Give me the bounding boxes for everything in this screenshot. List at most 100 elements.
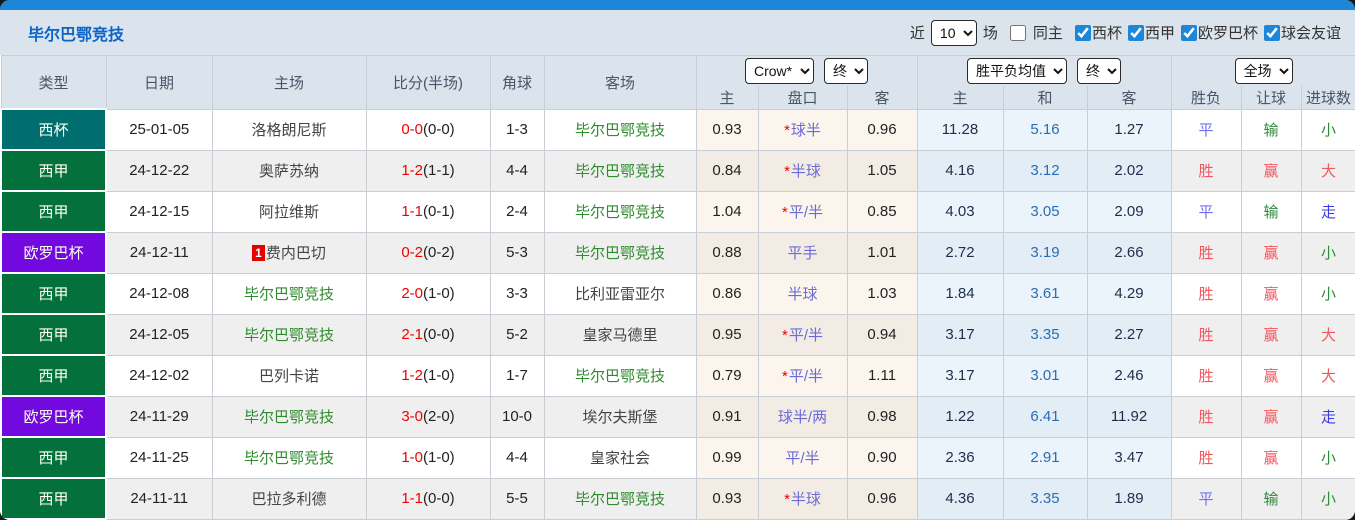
avg-odds-draw: 3.12 [1002,149,1088,192]
same-home-checkbox[interactable] [1009,24,1026,41]
handicap-line: 半球 [757,272,848,315]
home-team-name[interactable]: 毕尔巴鄂竞技 [211,395,367,438]
title-bar: 毕尔巴鄂竞技 近 10 场 同主 西杯 西甲 欧罗巴杯 球会友谊 [0,10,1355,55]
result-goals: 小 [1300,436,1355,479]
average-type-select[interactable]: 胜平负均值 [967,58,1068,85]
corners-score: 3-3 [489,272,545,315]
match-date: 24-11-29 [105,395,213,438]
avg-odds-draw: 3.35 [1002,477,1088,520]
result-handicap: 赢 [1240,272,1302,315]
league-type-badge: 西甲 [0,149,107,192]
sub-col-odds-away: 客 [846,86,918,110]
home-team-name[interactable]: 毕尔巴鄂竞技 [211,313,367,356]
odds-away: 0.94 [846,313,918,356]
match-date: 24-12-22 [105,149,213,192]
avg-odds-away: 4.29 [1086,272,1172,315]
result-handicap: 输 [1240,190,1302,233]
result-goals: 小 [1300,231,1355,274]
page-title: 毕尔巴鄂竞技 [28,26,125,44]
home-team-name[interactable]: 洛格朗尼斯 [211,108,367,151]
league-filter-checkbox[interactable] [1074,24,1091,41]
bookmaker-select[interactable]: Crow* [745,58,814,85]
result-win-draw-lose: 胜 [1170,149,1242,192]
match-score: 1-2(1-1) [365,149,491,192]
result-goals: 大 [1300,149,1355,192]
average-time-select[interactable]: 终 [1077,58,1122,85]
result-handicap: 赢 [1240,354,1302,397]
sub-col-avg-home: 主 [916,86,1004,110]
home-team-name[interactable]: 奥萨苏纳 [211,149,367,192]
avg-odds-draw: 3.35 [1002,313,1088,356]
avg-odds-draw: 3.05 [1002,190,1088,233]
home-team-name[interactable]: 毕尔巴鄂竞技 [211,272,367,315]
result-goals: 小 [1300,272,1355,315]
away-team-name[interactable]: 毕尔巴鄂竞技 [543,354,697,397]
away-team-name[interactable]: 毕尔巴鄂竞技 [543,149,697,192]
match-score: 0-2(0-2) [365,231,491,274]
odds-away: 0.96 [846,108,918,151]
sub-col-result-goals: 进球数 [1300,86,1355,110]
away-team-name[interactable]: 毕尔巴鄂竞技 [543,190,697,233]
league-type-badge: 欧罗巴杯 [0,231,107,274]
handicap-line: 球半/两 [757,395,848,438]
home-team-name[interactable]: 巴拉多利德 [211,477,367,520]
league-type-badge: 西甲 [0,477,107,520]
result-handicap: 输 [1240,477,1302,520]
avg-odds-home: 4.16 [916,149,1004,192]
away-team-name[interactable]: 比利亚雷亚尔 [543,272,697,315]
avg-odds-draw: 3.19 [1002,231,1088,274]
avg-odds-home: 3.17 [916,313,1004,356]
league-type-badge: 西甲 [0,313,107,356]
bookmaker-time-select[interactable]: 终 [824,58,868,85]
result-handicap: 赢 [1240,395,1302,438]
recent-count-select[interactable]: 10 [930,19,977,46]
match-row: 欧罗巴杯 24-11-29 毕尔巴鄂竞技 3-0(2-0) 10-0 埃尔夫斯堡 0.91 球… [0,395,1355,438]
corners-score: 5-5 [489,477,545,520]
match-row: 西甲 24-12-05 毕尔巴鄂竞技 2-1(0-0) 5-2 皇家马德里 0.95 *平/半… [0,313,1355,356]
home-team-name[interactable]: 毕尔巴鄂竞技 [211,436,367,479]
result-handicap: 赢 [1240,436,1302,479]
avg-odds-home: 11.28 [916,108,1004,151]
home-team-name[interactable]: 1 费内巴切 [211,231,367,274]
league-filter-2[interactable]: 西甲 [1122,22,1175,43]
result-goals: 大 [1300,313,1355,356]
handicap-line: *半球 [757,477,848,520]
handicap-line: 平/半 [757,436,848,479]
league-filter-checkbox[interactable] [1180,24,1197,41]
match-date: 24-12-05 [105,313,213,356]
average-header-cell: 胜平负均值 终 [916,55,1172,87]
scope-header-cell: 全场 [1170,55,1355,87]
away-team-name[interactable]: 埃尔夫斯堡 [543,395,697,438]
col-header-home: 主场 [211,55,367,109]
match-row: 西甲 24-11-11 巴拉多利德 1-1(0-0) 5-5 毕尔巴鄂竞技 0.93 *半球 0… [0,477,1355,520]
match-date: 24-12-11 [105,231,213,274]
away-team-name[interactable]: 毕尔巴鄂竞技 [543,231,697,274]
away-team-name[interactable]: 毕尔巴鄂竞技 [543,477,697,520]
match-score: 0-0(0-0) [365,108,491,151]
scope-select[interactable]: 全场 [1234,58,1293,85]
league-filter-4[interactable]: 球会友谊 [1258,22,1341,43]
handicap-line: *平/半 [757,190,848,233]
corners-score: 5-2 [489,313,545,356]
league-filter-checkbox[interactable] [1127,24,1144,41]
league-filter-1[interactable]: 西杯 [1069,22,1122,43]
result-handicap: 赢 [1240,231,1302,274]
league-filter-checkbox[interactable] [1263,24,1280,41]
match-row: 西杯 25-01-05 洛格朗尼斯 0-0(0-0) 1-3 毕尔巴鄂竞技 0.93 *球半 0… [0,108,1355,151]
odds-home: 0.84 [695,149,759,192]
away-team-name[interactable]: 毕尔巴鄂竞技 [543,108,697,151]
odds-away: 1.03 [846,272,918,315]
match-date: 24-12-02 [105,354,213,397]
avg-odds-home: 3.17 [916,354,1004,397]
away-team-name[interactable]: 皇家马德里 [543,313,697,356]
home-team-name[interactable]: 巴列卡诺 [211,354,367,397]
home-team-name[interactable]: 阿拉维斯 [211,190,367,233]
sub-col-handicap: 盘口 [757,86,848,110]
league-filter-3[interactable]: 欧罗巴杯 [1175,22,1258,43]
sub-col-result-wdl: 胜负 [1170,86,1242,110]
result-goals: 走 [1300,190,1355,233]
away-team-name[interactable]: 皇家社会 [543,436,697,479]
result-win-draw-lose: 胜 [1170,395,1242,438]
avg-odds-home: 2.36 [916,436,1004,479]
odds-home: 1.04 [695,190,759,233]
